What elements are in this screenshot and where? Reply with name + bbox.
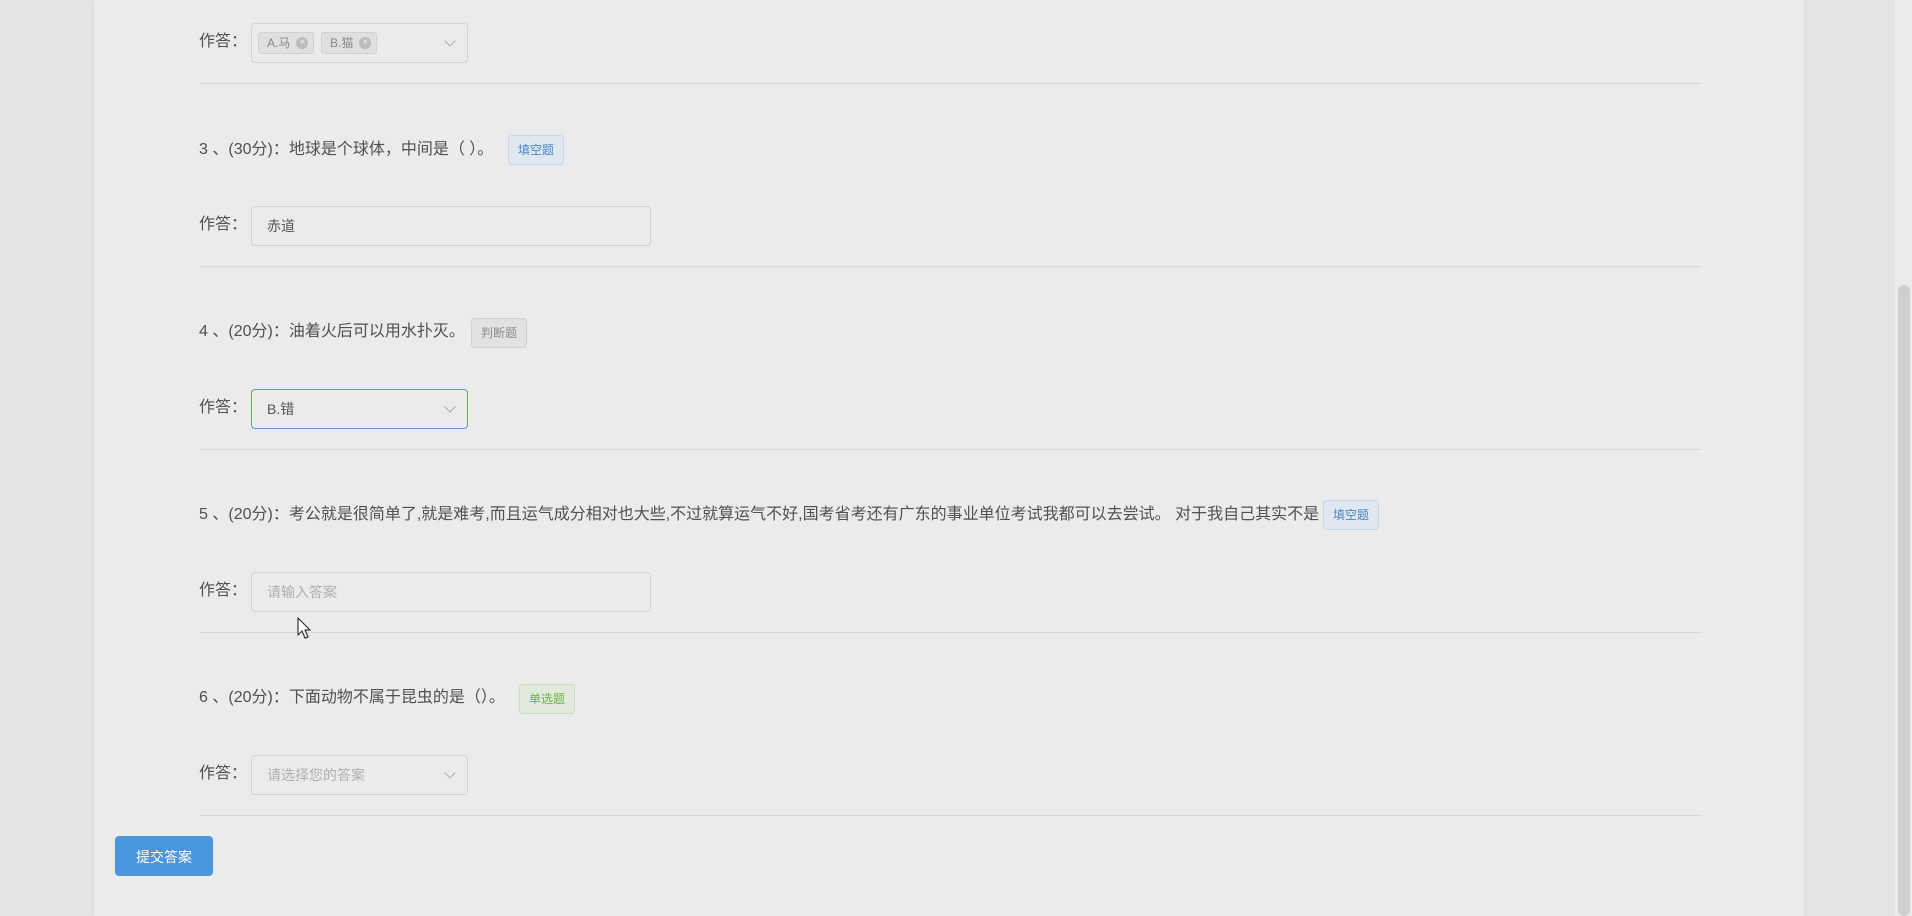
divider xyxy=(200,266,1702,267)
selected-value: B.错 xyxy=(267,401,295,417)
scrollbar-thumb[interactable] xyxy=(1898,285,1910,916)
divider xyxy=(200,83,1702,84)
question-number: 4 xyxy=(199,323,208,340)
divider xyxy=(200,815,1702,816)
question-body: 下面动物不属于昆虫的是（）。 xyxy=(288,689,505,706)
q6-answer-select[interactable]: 请选择您的答案 xyxy=(251,755,468,795)
question-score: (20分) xyxy=(228,323,273,340)
mouse-cursor-icon xyxy=(297,617,311,639)
chevron-down-icon xyxy=(444,35,456,47)
question-number: 3 xyxy=(199,141,208,158)
divider xyxy=(200,449,1702,450)
submit-answers-button[interactable]: 提交答案 xyxy=(115,836,213,876)
question-body: 地球是个球体，中间是（ ）。 xyxy=(288,141,494,158)
q2-multi-select[interactable]: A.马 × B.猫 × xyxy=(251,23,468,63)
answer-label: 作答： xyxy=(199,765,248,782)
q3-answer-input[interactable]: 赤道 xyxy=(251,206,651,246)
divider xyxy=(200,632,1702,633)
select-placeholder: 请选择您的答案 xyxy=(267,767,365,783)
question-score: (20分) xyxy=(228,506,273,523)
chip-remove-icon[interactable]: × xyxy=(359,36,372,49)
question-body: 油着火后可以用水扑灭。 xyxy=(288,323,465,340)
question-6-text: 6 、(20分)：下面动物不属于昆虫的是（）。 xyxy=(199,689,505,706)
question-type-badge: 判断题 xyxy=(471,318,528,348)
question-number: 6 xyxy=(199,689,208,706)
question-body: 考公就是很简单了,就是难考,而且运气成分相对也大些,不过就算运气不好,国考省考还… xyxy=(288,506,1320,523)
answer-label: 作答： xyxy=(199,216,248,233)
question-5-text: 5 、(20分)：考公就是很简单了,就是难考,而且运气成分相对也大些,不过就算运… xyxy=(199,506,1320,523)
question-score: (20分) xyxy=(228,689,273,706)
chip-label: A.马 xyxy=(267,36,291,50)
chip-remove-icon[interactable]: × xyxy=(296,36,309,49)
q4-answer-select[interactable]: B.错 xyxy=(251,389,468,429)
question-type-badge: 单选题 xyxy=(519,684,576,714)
answer-label: 作答： xyxy=(199,582,248,599)
q5-answer-input[interactable]: 请输入答案 xyxy=(251,572,651,612)
scrollbar-track[interactable] xyxy=(1895,0,1912,916)
chip-label: B.猫 xyxy=(330,36,354,50)
answer-label: 作答： xyxy=(199,399,248,416)
question-3-text: 3 、(30分)：地球是个球体，中间是（ ）。 xyxy=(199,141,494,158)
question-4-text: 4 、(20分)：油着火后可以用水扑灭。 xyxy=(199,323,465,340)
question-type-badge: 填空题 xyxy=(1323,500,1380,530)
question-type-badge: 填空题 xyxy=(508,135,565,165)
question-number: 5 xyxy=(199,506,208,523)
selected-chip: A.马 × xyxy=(258,32,315,54)
question-score: (30分) xyxy=(228,141,273,158)
chevron-down-icon xyxy=(444,401,456,413)
chevron-down-icon xyxy=(444,767,456,779)
selected-chip: B.猫 × xyxy=(321,32,378,54)
answer-label: 作答： xyxy=(199,33,248,50)
